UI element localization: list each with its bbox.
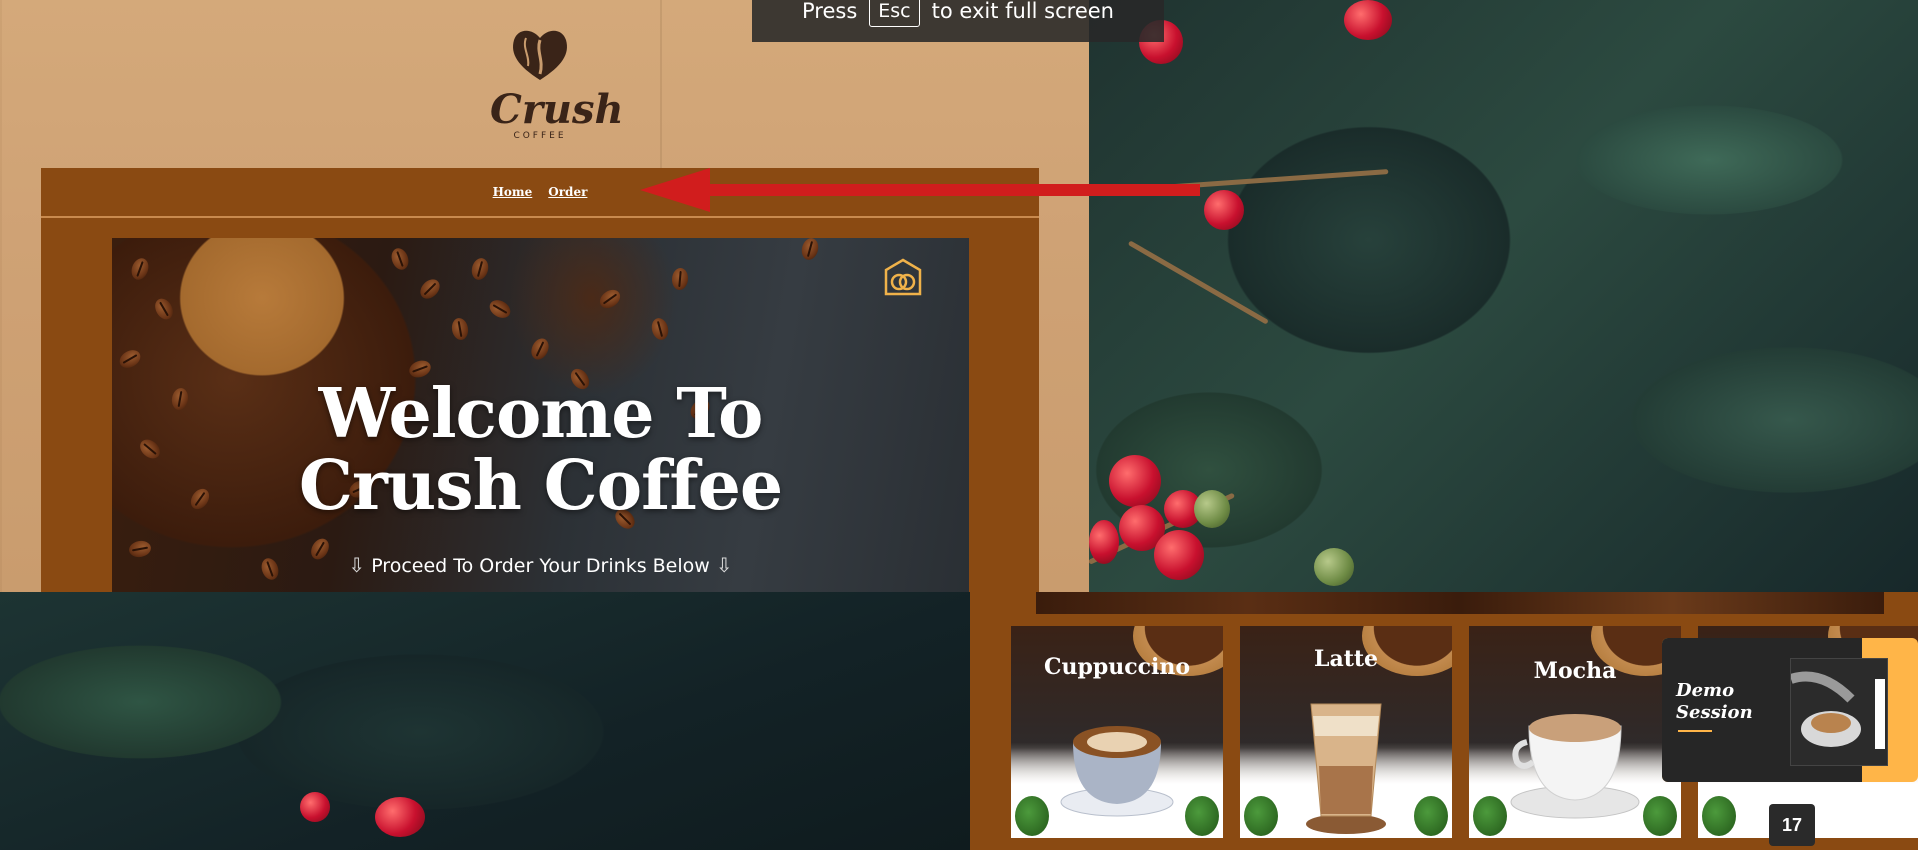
demo-session-popup[interactable]: Demo Session bbox=[1662, 638, 1918, 782]
product-name: Cuppuccino bbox=[1043, 654, 1191, 680]
demo-session-title: Demo Session bbox=[1676, 680, 1753, 723]
plant-background-bottom bbox=[0, 592, 970, 850]
hero-subtitle: Proceed To Order Your Drinks Below bbox=[371, 555, 710, 577]
nav-home-link[interactable]: Home bbox=[493, 185, 533, 199]
logo-wordmark: Crush bbox=[490, 86, 624, 133]
product-name: Latte bbox=[1313, 646, 1379, 672]
esc-key-badge: Esc bbox=[869, 0, 920, 27]
fullscreen-notice: Press Esc to exit full screen bbox=[752, 0, 1164, 42]
coffee-brand-icon[interactable] bbox=[883, 258, 923, 298]
beans-strip bbox=[1036, 592, 1884, 614]
down-arrow-icon: ⇩ bbox=[715, 553, 733, 577]
latte-art-cup-icon bbox=[1060, 726, 1174, 817]
demo-divider bbox=[1678, 730, 1712, 732]
product-name: Mocha bbox=[1533, 658, 1617, 684]
coffee-plant-background bbox=[1087, 0, 1918, 592]
fullscreen-notice-press: Press bbox=[802, 0, 858, 23]
product-card-latte[interactable]: Latte bbox=[1240, 626, 1452, 838]
annotation-arrow-icon bbox=[640, 168, 1200, 212]
hero-subtitle-row: ⇩ Proceed To Order Your Drinks Below ⇩ bbox=[112, 553, 969, 577]
demo-photo bbox=[1789, 658, 1888, 766]
hero-banner: Welcome To Crush Coffee ⇩ Proceed To Ord… bbox=[112, 238, 969, 592]
hero-title-line2: Crush Coffee bbox=[298, 446, 783, 526]
fullscreen-notice-rest: to exit full screen bbox=[931, 0, 1114, 23]
product-card-cuppuccino[interactable]: Cuppuccino bbox=[1011, 626, 1223, 838]
page-number-badge[interactable]: 17 bbox=[1769, 804, 1815, 846]
product-card-mocha[interactable]: Mocha bbox=[1469, 626, 1681, 838]
nav-order-link[interactable]: Order bbox=[548, 185, 587, 199]
hero-title: Welcome To Crush Coffee bbox=[112, 378, 969, 522]
crush-coffee-logo[interactable]: Crush COFFEE bbox=[490, 26, 624, 156]
down-arrow-icon: ⇩ bbox=[348, 553, 366, 577]
coffee-hands-icon bbox=[1789, 659, 1887, 765]
white-cup-icon bbox=[1510, 714, 1640, 819]
iced-latte-glass-icon bbox=[1306, 703, 1386, 834]
hero-title-line1: Welcome To bbox=[318, 374, 764, 454]
coffee-bean-heart-icon bbox=[513, 30, 567, 80]
